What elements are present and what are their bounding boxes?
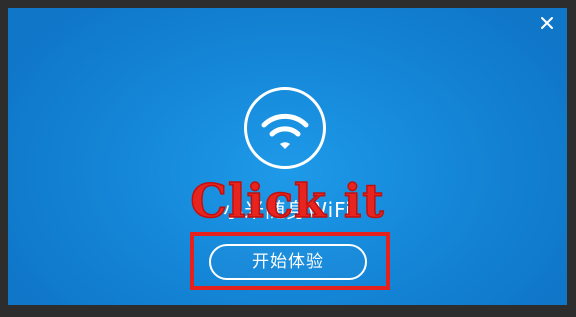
window-frame: 小米随身WiFi 开始体验 Click it (0, 0, 576, 317)
start-experience-button[interactable]: 开始体验 (209, 244, 367, 280)
close-button[interactable] (539, 15, 555, 31)
welcome-dialog: 小米随身WiFi 开始体验 Click it (8, 8, 567, 305)
app-name: 小米随身WiFi (223, 198, 352, 222)
wifi-logo (244, 87, 326, 169)
wifi-icon (261, 113, 309, 149)
close-icon (541, 17, 553, 29)
